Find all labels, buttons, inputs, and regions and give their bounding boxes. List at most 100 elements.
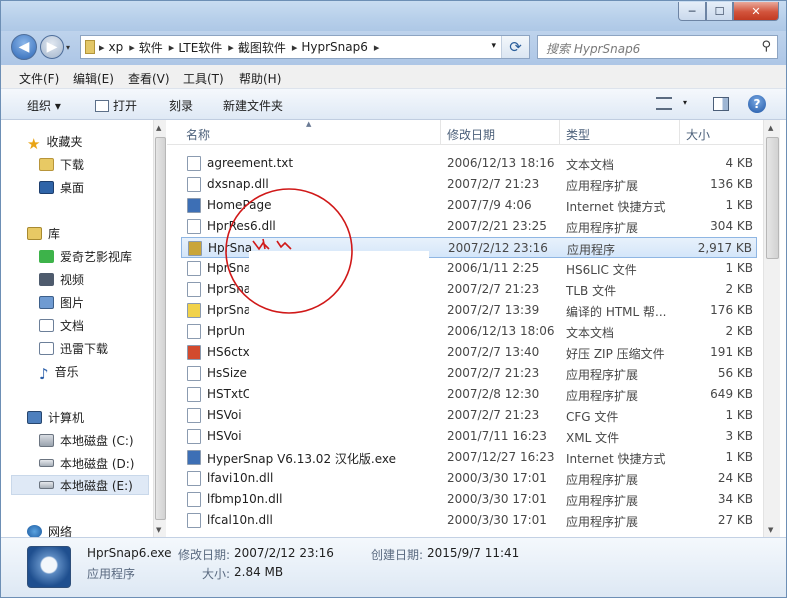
file-row[interactable]: lfavi10n.dll 2000/3/30 17:01 应用程序扩展 24 KB [181,468,757,489]
recent-pages-dropdown[interactable]: ▾ [66,43,70,52]
sidebar-item-music[interactable]: ♪ 音乐 [39,361,79,383]
file-name: HsSize [207,366,247,380]
open-label: 打开 [113,99,138,113]
sidebar-item-videos[interactable]: 视频 [39,269,84,289]
sidebar-item-xunlei[interactable]: 迅雷下载 [39,338,108,358]
search-input[interactable]: 搜索 HyprSnap6 ⚲ [537,35,778,59]
scrollbar-thumb[interactable] [155,137,166,520]
menu-edit[interactable]: 编辑(E) [73,70,114,87]
file-type: 应用程序扩展 [566,368,639,382]
file-row[interactable]: dxsnap.dll 2007/2/7 21:23 应用程序扩展 136 KB [181,174,757,195]
file-date: 2000/3/30 17:01 [447,492,547,506]
scrollbar-thumb[interactable] [766,137,779,259]
file-row[interactable]: lfcal10n.dll 2000/3/30 17:01 应用程序扩展 27 KB [181,510,757,531]
burn-button[interactable]: 刻录 [169,97,193,114]
sidebar-item-desktop[interactable]: 桌面 [39,177,84,197]
file-row[interactable]: HomePage 2007/7/9 4:06 Internet 快捷方式 1 KB [181,195,757,216]
sidebar-item-pictures[interactable]: 图片 [39,292,84,312]
maximize-button[interactable]: ☐ [706,2,733,21]
view-options-icon[interactable] [656,97,672,110]
open-button[interactable]: 打开 [95,97,137,114]
breadcrumb-separator[interactable]: ▸ [99,41,105,54]
breadcrumb-software[interactable]: 软件 [139,39,163,56]
view-dropdown[interactable]: ▾ [683,98,687,107]
video-icon [39,272,54,286]
details-size: 2.84 MB [234,565,284,579]
close-button[interactable]: ✕ [733,2,779,21]
file-size: 34 KB [717,492,753,506]
file-icon [188,241,202,256]
sidebar-item-downloads[interactable]: 下载 [39,154,84,174]
file-size: 176 KB [710,303,753,317]
arrow-left-icon: ◀ [18,39,30,55]
column-size[interactable]: 大小 [686,126,710,143]
breadcrumb-separator[interactable]: ▸ [374,41,380,54]
address-bar[interactable]: ▸ xp ▸ 软件 ▸ LTE软件 ▸ 截图软件 ▸ HyprSnap6 ▸ ▾… [80,35,530,59]
file-size: 3 KB [725,429,753,443]
file-type: 应用程序扩展 [566,179,639,193]
file-name: HomePage [207,198,272,212]
new-folder-button[interactable]: 新建文件夹 [223,97,283,114]
file-size: 136 KB [710,177,753,191]
breadcrumb-separator[interactable]: ▸ [169,41,175,54]
scroll-up-arrow[interactable]: ▲ [156,124,161,132]
breadcrumb-separator[interactable]: ▸ [292,41,298,54]
help-icon[interactable]: ? [748,95,766,113]
sidebar-item-drive-e[interactable]: 本地磁盘 (E:) [11,475,149,495]
organize-button[interactable]: 组织 ▾ [27,97,61,114]
scroll-down-arrow[interactable]: ▼ [156,526,161,534]
address-dropdown[interactable]: ▾ [491,41,496,51]
scroll-up-arrow[interactable]: ▲ [768,124,773,132]
refresh-button[interactable]: ⟳ [501,36,529,58]
menu-help[interactable]: 帮助(H) [239,70,281,87]
explorer-window: ─ ☐ ✕ ◀ ▶ ▾ ▸ xp ▸ 软件 ▸ LTE软件 ▸ 截图软件 ▸ H… [0,0,787,598]
file-date: 2007/2/8 12:30 [447,387,540,401]
details-created-label: 创建日期: [371,548,424,562]
file-date: 2006/12/13 18:06 [447,324,555,338]
file-row[interactable]: lfbmp10n.dll 2000/3/30 17:01 应用程序扩展 34 KB [181,489,757,510]
file-date: 2006/12/13 18:16 [447,156,555,170]
breadcrumb-xp[interactable]: xp [109,40,124,54]
sidebar-item-documents[interactable]: 文档 [39,315,84,335]
file-date: 2007/2/21 23:25 [447,219,547,233]
redacted-area [249,251,429,446]
file-date: 2007/2/7 21:23 [447,282,540,296]
breadcrumb-hyprsnap6[interactable]: HyprSnap6 [301,40,368,54]
menu-bar: 文件(F) 编辑(E) 查看(V) 工具(T) 帮助(H) [1,65,786,89]
network-icon [27,524,42,538]
menu-file[interactable]: 文件(F) [19,70,59,87]
column-date[interactable]: 修改日期 [447,126,495,143]
file-row[interactable]: HprRes6.dll 2007/2/21 23:25 应用程序扩展 304 KB [181,216,757,237]
breadcrumb-separator[interactable]: ▸ [228,41,234,54]
details-modified-label: 修改日期: [178,548,231,562]
file-row[interactable]: HyperSnap V6.13.02 汉化版.exe 2007/12/27 16:… [181,447,757,468]
title-bar[interactable]: ─ ☐ ✕ [1,1,786,31]
breadcrumb-screenshot-software[interactable]: 截图软件 [238,39,286,56]
column-divider[interactable] [679,120,680,145]
sidebar-item-drive-c[interactable]: 本地磁盘 (C:) [39,430,134,450]
search-icon[interactable]: ⚲ [761,39,771,54]
sidebar-computer[interactable]: 计算机 [27,407,84,427]
forward-button[interactable]: ▶ [40,35,64,59]
breadcrumb-lte-software[interactable]: LTE软件 [178,39,222,56]
file-row[interactable]: agreement.txt 2006/12/13 18:16 文本文档 4 KB [181,153,757,174]
preview-pane-icon[interactable] [713,97,729,111]
navigation-scrollbar[interactable]: ▲ ▼ [153,120,166,537]
column-type[interactable]: 类型 [566,126,590,143]
column-divider[interactable] [440,120,441,145]
menu-tools[interactable]: 工具(T) [183,70,224,87]
breadcrumb-separator[interactable]: ▸ [129,41,135,54]
sidebar-item-drive-d[interactable]: 本地磁盘 (D:) [39,453,134,473]
file-list-scrollbar[interactable]: ▲ ▼ [763,120,780,537]
column-name[interactable]: 名称 [186,126,210,143]
back-button[interactable]: ◀ [11,34,37,60]
refresh-icon: ⟳ [509,38,522,56]
sidebar-libraries[interactable]: 库 [27,223,60,243]
file-name: HprSna [207,282,252,296]
menu-view[interactable]: 查看(V) [128,70,170,87]
scroll-down-arrow[interactable]: ▼ [768,526,773,534]
sidebar-favorites[interactable]: ★ 收藏夹 [27,131,82,153]
minimize-button[interactable]: ─ [678,2,706,21]
sidebar-item-iqiyi[interactable]: 爱奇艺影视库 [39,246,132,266]
column-divider[interactable] [559,120,560,145]
